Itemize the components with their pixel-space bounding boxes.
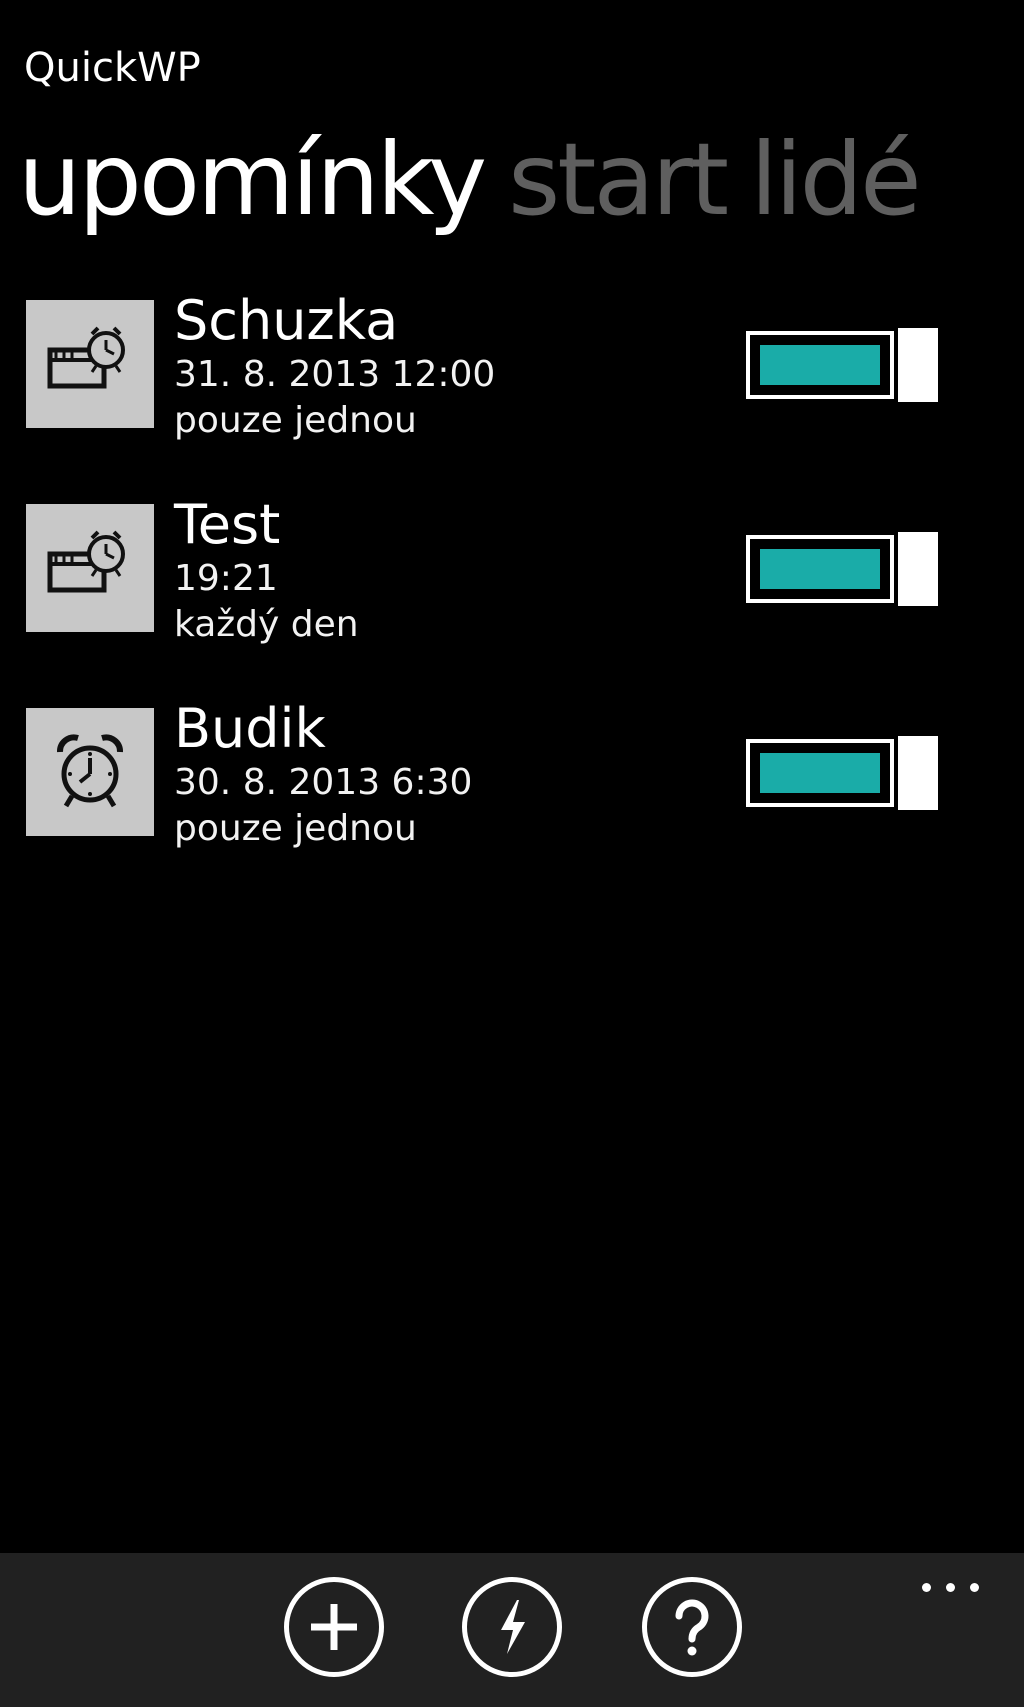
reminder-title: Schuzka — [174, 289, 399, 352]
reminder-toggle[interactable] — [746, 326, 946, 404]
tab-lide[interactable]: lidé — [750, 120, 922, 240]
reminder-toggle[interactable] — [746, 734, 946, 812]
toggle-fill — [760, 345, 880, 385]
toggle-fill — [760, 549, 880, 589]
application-bar — [0, 1553, 1024, 1707]
app-title: QuickWP — [24, 45, 201, 91]
reminder-title: Test — [174, 493, 281, 556]
reminder-repeat: každý den — [174, 604, 359, 645]
quick-action-button[interactable] — [462, 1577, 562, 1677]
toggle-track — [746, 739, 894, 807]
toggle-track — [746, 331, 894, 399]
list-item-reminder[interactable]: Schuzka 31. 8. 2013 12:00 pouze jednou — [0, 290, 1024, 500]
help-button[interactable] — [642, 1577, 742, 1677]
alarm-clock-icon — [26, 708, 154, 836]
reminder-text: Schuzka 31. 8. 2013 12:00 pouze jednou — [174, 290, 495, 444]
list-item-reminder[interactable]: Test 19:21 každý den — [0, 494, 1024, 704]
toggle-track — [746, 535, 894, 603]
tab-upominky[interactable]: upomínky — [18, 120, 487, 240]
reminder-calendar-clock-icon — [26, 300, 154, 428]
list-item-reminder[interactable]: Budik 30. 8. 2013 6:30 pouze jednou — [0, 698, 1024, 908]
toggle-thumb[interactable] — [896, 326, 940, 404]
reminder-datetime: 31. 8. 2013 12:00 — [174, 354, 496, 395]
toggle-fill — [760, 753, 880, 793]
reminder-calendar-clock-icon — [26, 504, 154, 632]
reminder-title: Budik — [174, 697, 326, 760]
toggle-thumb[interactable] — [896, 530, 940, 608]
tab-start[interactable]: start — [508, 120, 729, 240]
reminder-text: Test 19:21 každý den — [174, 494, 359, 648]
reminder-text: Budik 30. 8. 2013 6:30 pouze jednou — [174, 698, 472, 852]
toggle-thumb[interactable] — [896, 734, 940, 812]
reminder-repeat: pouze jednou — [174, 808, 417, 849]
reminder-toggle[interactable] — [746, 530, 946, 608]
reminder-list: Schuzka 31. 8. 2013 12:00 pouze jednou T… — [0, 290, 1024, 908]
lightning-icon — [501, 1600, 525, 1654]
help-icon — [675, 1599, 709, 1656]
add-icon — [311, 1604, 357, 1650]
ellipsis-icon[interactable] — [916, 1573, 986, 1603]
reminder-datetime: 19:21 — [174, 558, 278, 599]
reminder-datetime: 30. 8. 2013 6:30 — [174, 762, 473, 803]
pivot-header: upomínky start lidé — [18, 120, 943, 240]
reminder-repeat: pouze jednou — [174, 400, 417, 441]
add-button[interactable] — [284, 1577, 384, 1677]
